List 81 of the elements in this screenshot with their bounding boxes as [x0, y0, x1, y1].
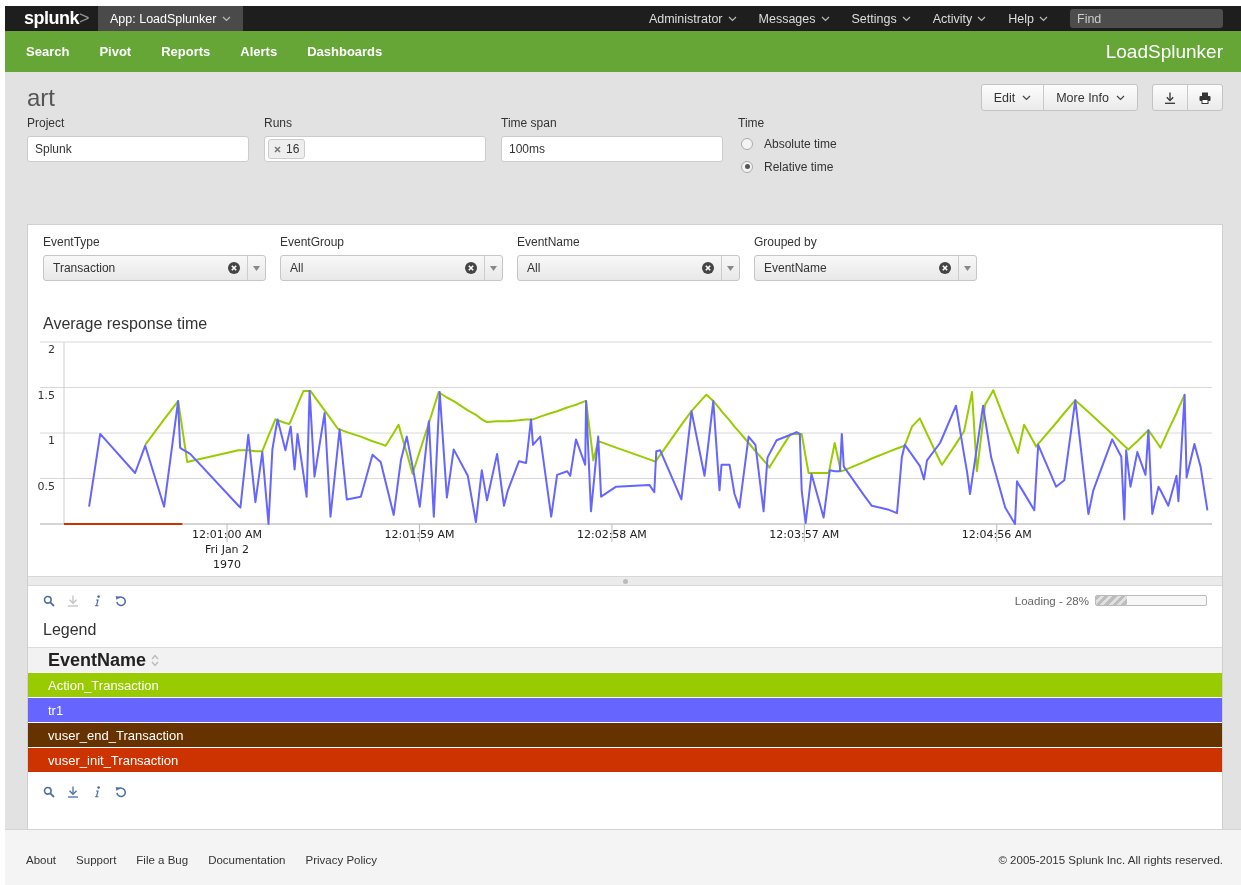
caret-icon[interactable] [253, 265, 260, 271]
resize-handle[interactable] [622, 578, 628, 584]
refresh-icon[interactable] [115, 786, 127, 798]
more-info-button[interactable]: More Info [1043, 85, 1137, 110]
footer-link[interactable]: About [26, 854, 57, 866]
runs-field[interactable]: 16 [264, 136, 486, 162]
search-icon[interactable] [43, 786, 55, 798]
menu-item[interactable]: Settings [851, 6, 911, 31]
menu-item[interactable]: Messages [758, 6, 830, 31]
radio-label[interactable]: Relative time [764, 159, 834, 174]
axis-label: 12:03:57 AM [769, 528, 840, 541]
radio-button[interactable] [741, 160, 753, 173]
radio-label[interactable]: Absolute time [764, 136, 837, 151]
legend-row[interactable]: tr1 [28, 698, 1222, 723]
legend-row[interactable]: vuser_end_Transaction [28, 723, 1222, 748]
chevron-down-icon [977, 15, 987, 22]
filter-select[interactable]: EventName [754, 255, 977, 281]
chevron-down-icon [820, 15, 830, 22]
footer-link[interactable]: Support [76, 854, 117, 866]
chevron-down-icon [1022, 94, 1032, 101]
axis-label: 12:01:59 AM [384, 528, 455, 541]
app-name: LoadSplunker [1105, 40, 1224, 63]
logo[interactable]: splunk> [5, 6, 98, 31]
menu-item[interactable]: Administrator [648, 6, 737, 31]
filter-select[interactable]: All [280, 255, 503, 281]
field-label: Time [738, 115, 766, 131]
filter-select[interactable]: All [517, 255, 740, 281]
caret-icon[interactable] [727, 265, 734, 271]
filter-label: EventGroup [280, 235, 346, 249]
axis-label: 12:04:56 AM [961, 528, 1032, 541]
footer-link[interactable]: File a Bug [136, 854, 189, 866]
axis-label: 1.5 [37, 388, 55, 402]
axis-label: 2 [48, 343, 55, 356]
project-field[interactable]: Splunk [27, 136, 249, 162]
download-icon [1164, 91, 1176, 104]
field-label: Time span [501, 115, 558, 131]
radio-button[interactable] [741, 137, 753, 150]
refresh-icon[interactable] [115, 594, 127, 607]
field-label: Runs [264, 115, 293, 131]
axis-label: 0.5 [37, 479, 55, 493]
axis-label: 1 [48, 434, 55, 447]
search-icon[interactable] [43, 594, 55, 607]
filter-label: EventType [43, 235, 101, 249]
footer-link[interactable]: Documentation [208, 854, 286, 866]
filter-label: Grouped by [754, 235, 818, 249]
menu-item[interactable]: Help [1008, 6, 1048, 31]
caret-icon[interactable] [490, 265, 497, 271]
caret-icon[interactable] [964, 265, 971, 271]
axis-label: 12:02:58 AM [576, 528, 647, 541]
column-header[interactable]: EventName [28, 647, 1222, 673]
legend-row[interactable]: vuser_init_Transaction [28, 748, 1222, 773]
clear-icon[interactable] [465, 262, 477, 274]
axis-label: 1970 [213, 558, 242, 571]
axis-label: 12:01:00 AM [192, 528, 263, 541]
filter-select[interactable]: Transaction [43, 255, 266, 281]
footer-link[interactable]: Privacy Policy [305, 854, 378, 866]
menu-item[interactable]: Activity [932, 6, 987, 31]
clear-icon[interactable] [939, 262, 951, 274]
filter-label: EventName [517, 235, 581, 249]
field-label: Project [27, 115, 66, 131]
page-title: art [27, 84, 55, 112]
axis-label: Fri Jan 2 [205, 543, 250, 556]
printer-icon [1199, 91, 1211, 104]
edit-button[interactable]: Edit [981, 85, 1044, 110]
remove-icon[interactable] [274, 145, 281, 153]
chevron-down-icon [727, 15, 737, 22]
clear-icon[interactable] [228, 262, 240, 274]
chevron-down-icon [901, 15, 911, 22]
legend-title: Legend [42, 620, 98, 640]
chevron-down-icon [222, 15, 232, 22]
clear-icon[interactable] [702, 262, 714, 274]
chevron-down-icon [1116, 94, 1125, 101]
chart-title: Average response time [42, 314, 209, 334]
copyright-text: © 2005-2015 Splunk Inc. All rights reserved. [998, 854, 1223, 866]
loading-label: Loading - 28% [1014, 594, 1089, 607]
search-field[interactable]: Find [1070, 9, 1223, 28]
run-token[interactable]: 16 [268, 139, 306, 159]
chevron-down-icon [1039, 15, 1048, 22]
time-span-field[interactable]: 100ms [501, 136, 723, 162]
app-menu[interactable]: App: LoadSplunker [98, 6, 244, 31]
download-icon[interactable] [67, 786, 79, 798]
